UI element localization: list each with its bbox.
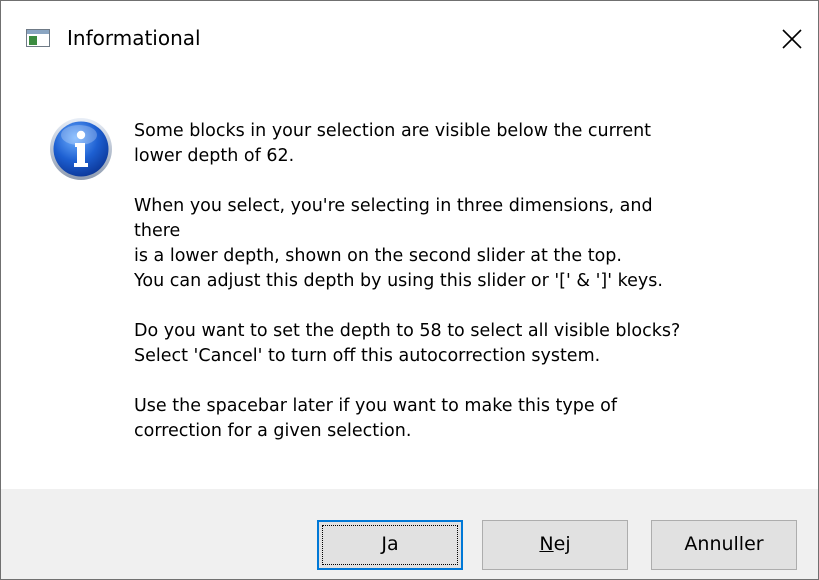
- button-bar: Ja Nej Annuller: [1, 489, 818, 579]
- close-icon: [782, 29, 802, 49]
- info-icon: [50, 118, 112, 180]
- message-line: lower depth of 62.: [134, 146, 295, 166]
- message-line: You can adjust this depth by using this …: [134, 271, 663, 291]
- message-line: correction for a given selection.: [134, 421, 412, 441]
- message-line: When you select, you're selecting in thr…: [134, 196, 653, 216]
- message-line: there: [134, 221, 181, 241]
- yes-button-label: Ja: [381, 533, 399, 555]
- message-paragraph: When you select, you're selecting in thr…: [134, 194, 774, 294]
- message-line: Do you want to set the depth to 58 to se…: [134, 321, 681, 341]
- message-dialog: Informational Some blocks in your select…: [0, 0, 819, 580]
- message-line: Some blocks in your selection are visibl…: [134, 121, 652, 141]
- message-paragraph: Use the spacebar later if you want to ma…: [134, 394, 774, 444]
- window-title: Informational: [67, 26, 201, 50]
- message-text: Some blocks in your selection are visibl…: [134, 119, 774, 469]
- yes-button[interactable]: Ja: [317, 520, 463, 570]
- dialog-content: Some blocks in your selection are visibl…: [1, 79, 818, 489]
- message-line: is a lower depth, shown on the second sl…: [134, 246, 622, 266]
- message-line: Select 'Cancel' to turn off this autocor…: [134, 346, 601, 366]
- app-window-icon: [26, 29, 50, 47]
- no-button[interactable]: Nej: [482, 520, 628, 570]
- no-button-label: Nej: [539, 533, 571, 555]
- cancel-button[interactable]: Annuller: [651, 520, 797, 570]
- message-line: Use the spacebar later if you want to ma…: [134, 396, 618, 416]
- message-paragraph: Some blocks in your selection are visibl…: [134, 119, 774, 169]
- close-button[interactable]: [766, 1, 818, 76]
- cancel-button-label: Annuller: [684, 533, 764, 555]
- message-paragraph: Do you want to set the depth to 58 to se…: [134, 319, 774, 369]
- title-bar[interactable]: Informational: [1, 1, 818, 79]
